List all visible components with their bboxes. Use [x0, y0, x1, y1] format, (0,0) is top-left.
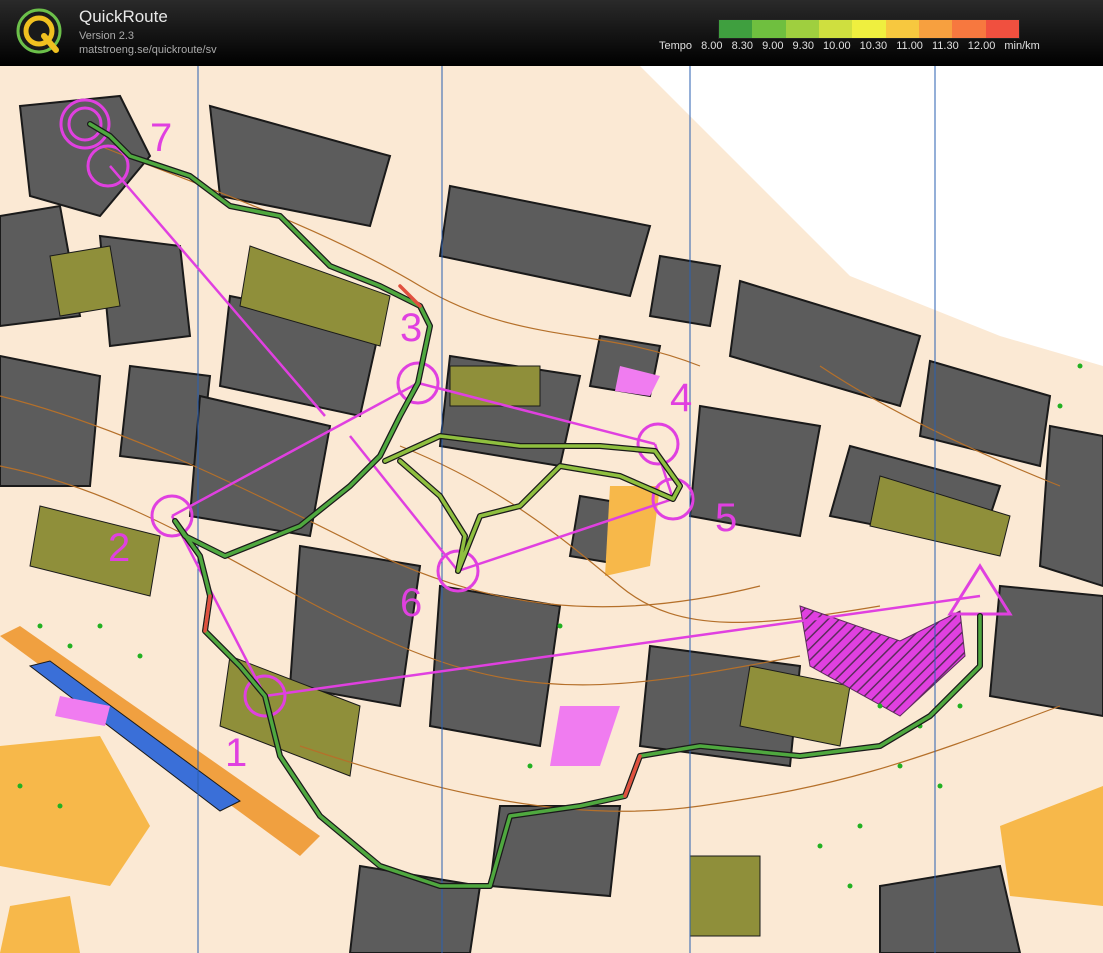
tempo-swatch	[818, 20, 853, 38]
tempo-unit: min/km	[1004, 40, 1040, 52]
tempo-swatch	[752, 20, 786, 38]
tempo-tick: 8.30	[731, 40, 753, 52]
tempo-label: Tempo	[659, 40, 693, 52]
app-header: QuickRoute Version 2.3 matstroeng.se/qui…	[0, 0, 1103, 66]
control-number-2: 2	[108, 526, 130, 570]
tempo-tick: 9.30	[792, 40, 814, 52]
tempo-swatch	[852, 20, 886, 38]
quickroute-logo-icon	[16, 8, 62, 54]
tempo-tick: 10.00	[823, 40, 851, 52]
tempo-tick: 11.00	[896, 40, 923, 52]
building	[0, 354, 102, 487]
tempo-tick: 10.30	[859, 40, 888, 52]
tempo-swatch	[785, 20, 819, 38]
app-version: Version 2.3	[79, 30, 135, 42]
building	[1038, 424, 1103, 588]
app-url: matstroeng.se/quickroute/sv	[79, 44, 217, 56]
building	[288, 544, 422, 708]
control-number-3: 3	[400, 306, 422, 350]
tempo-swatch	[985, 20, 1019, 38]
tempo-swatch	[952, 20, 986, 38]
control-number-4: 4	[670, 376, 692, 420]
tempo-swatch	[918, 20, 953, 38]
building	[648, 254, 722, 328]
control-number-5: 5	[715, 496, 737, 540]
app-title: QuickRoute	[79, 7, 168, 26]
control-number-6: 6	[400, 581, 422, 625]
vegetation	[449, 365, 541, 407]
tempo-tick: 12.00	[967, 40, 996, 52]
tempo-tick: 8.00	[701, 40, 723, 52]
tempo-tick: 11.30	[932, 40, 959, 52]
tempo-swatch	[885, 20, 919, 38]
vegetation	[689, 855, 761, 937]
tempo-legend-labels: Tempo 8.00 8.30 9.00 9.30 10.00 10.30 11…	[659, 40, 1046, 52]
orienteering-map[interactable]: 1 2 3 4 5 6 7	[0, 66, 1103, 953]
building	[688, 404, 822, 538]
tempo-swatch	[719, 20, 753, 38]
tempo-legend-bar	[718, 19, 1020, 39]
building	[428, 584, 562, 748]
control-number-7: 7	[150, 116, 172, 160]
vegetation	[49, 245, 121, 317]
tempo-tick: 9.00	[762, 40, 784, 52]
building	[988, 584, 1103, 718]
control-number-1: 1	[225, 731, 247, 775]
